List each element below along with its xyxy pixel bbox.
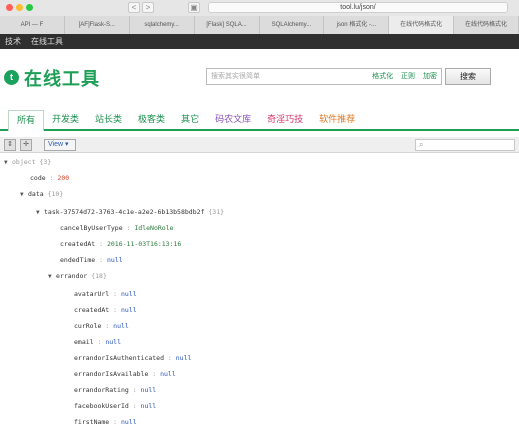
search-button[interactable]: 搜索 [445,68,491,85]
site-header: t 在线工具 搜索其实很简单 格式化 正则 加密 搜索 [0,49,519,101]
tree-row[interactable]: errandorRating : null [74,384,156,396]
browser-tab[interactable]: 在线代码格式化 [454,16,519,34]
tree-row[interactable]: errandorIsAuthenticated : null [74,352,191,364]
expand-triangle-icon[interactable]: ▼ [48,271,56,283]
address-bar[interactable]: tool.lu/json/ [208,2,508,13]
expand-all-icon[interactable]: ✛ [20,139,32,151]
json-search-input[interactable]: ⌕ [415,139,515,151]
tab-software[interactable]: 软件推荐 [311,110,363,129]
tree-node-task[interactable]: ▼ task-37574d72-3763-4c1e-a2e2-6b13b58bdb… [36,206,224,218]
back-button[interactable]: < [128,2,140,13]
site-title[interactable]: 在线工具 [24,65,100,91]
tree-row[interactable]: cancelByUserType : IdleNoRole [60,222,174,234]
browser-tab[interactable]: API — F [0,16,65,34]
quick-link-regex[interactable]: 正则 [401,73,415,80]
tab-other[interactable]: 其它 [173,110,207,129]
expand-triangle-icon[interactable]: ▼ [4,157,12,169]
tree-row[interactable]: facebookUserId : null [74,400,156,412]
json-tree: ▼ object {3} code : 200 ▼ data {10} ▼ task-… [0,154,519,434]
tree-row[interactable]: errandorIsAvailable : null [74,368,176,380]
tab-tricks[interactable]: 奇淫巧技 [259,110,311,129]
tab-webmaster[interactable]: 站长类 [87,110,130,129]
search-input[interactable]: 搜索其实很简单 格式化 正则 加密 [206,68,442,85]
tree-row[interactable]: createdAt : null [74,304,137,316]
tab-library[interactable]: 码农文库 [207,110,259,129]
expand-triangle-icon[interactable]: ▼ [36,207,44,219]
category-nav: 所有 开发类 站长类 极客类 其它 码农文库 奇淫巧技 软件推荐 [0,110,519,131]
maximize-window-icon[interactable] [26,4,33,11]
tree-node-errandor[interactable]: ▼ errandor {18} [48,270,107,282]
tab-all[interactable]: 所有 [8,110,45,131]
tree-node-data[interactable]: ▼ data {10} [20,188,63,200]
browser-tab[interactable]: [AF]Flask-S... [65,16,130,34]
tree-row[interactable]: code : 200 [30,172,69,184]
sidebar-toggle-icon[interactable]: ▣ [188,2,200,13]
view-mode-dropdown[interactable]: View ▾ [44,139,76,151]
tree-row[interactable]: endedTime : null [60,254,123,266]
quick-link-format[interactable]: 格式化 [372,73,393,80]
tree-row[interactable]: createdAt : 2016-11-03T16:13:16 [60,238,181,250]
browser-tab[interactable]: [Flask] SQLA... [195,16,260,34]
browser-tab[interactable]: SQLAlchemy... [260,16,325,34]
browser-tab[interactable]: json 格式化 -... [324,16,390,34]
expand-triangle-icon[interactable]: ▼ [20,189,28,201]
tab-geek[interactable]: 极客类 [130,110,173,129]
tree-node-root[interactable]: ▼ object {3} [4,156,51,168]
forward-button[interactable]: > [142,2,154,13]
json-toolbar: ⇕ ✛ View ▾ ⌕ [0,137,519,153]
browser-tab[interactable]: sqlalchemy... [130,16,195,34]
tab-dev[interactable]: 开发类 [44,110,87,129]
quick-links: 格式化 正则 加密 [366,69,437,84]
tree-row[interactable]: curRole : null [74,320,129,332]
minimize-window-icon[interactable] [16,4,23,11]
site-top-bar: 技术 在线工具 [0,34,519,49]
topbar-link-tech[interactable]: 技术 [5,36,21,47]
search-placeholder: 搜索其实很简单 [211,73,260,80]
topbar-link-tools[interactable]: 在线工具 [31,36,63,47]
browser-chrome: < > ▣ tool.lu/json/ API — F [AF]Flask-S.… [0,0,519,34]
tree-row[interactable]: avatarUrl : null [74,288,137,300]
tree-row[interactable]: email : null [74,336,121,348]
logo-icon[interactable]: t [4,70,19,85]
browser-tab-strip: API — F [AF]Flask-S... sqlalchemy... [Fl… [0,16,519,34]
close-window-icon[interactable] [6,4,13,11]
search-icon: ⌕ [419,140,424,149]
tree-row[interactable]: firstName : null [74,416,137,428]
collapse-all-icon[interactable]: ⇕ [4,139,16,151]
quick-link-encrypt[interactable]: 加密 [423,73,437,80]
browser-tab-active[interactable]: 在线代码格式化 [389,16,455,34]
